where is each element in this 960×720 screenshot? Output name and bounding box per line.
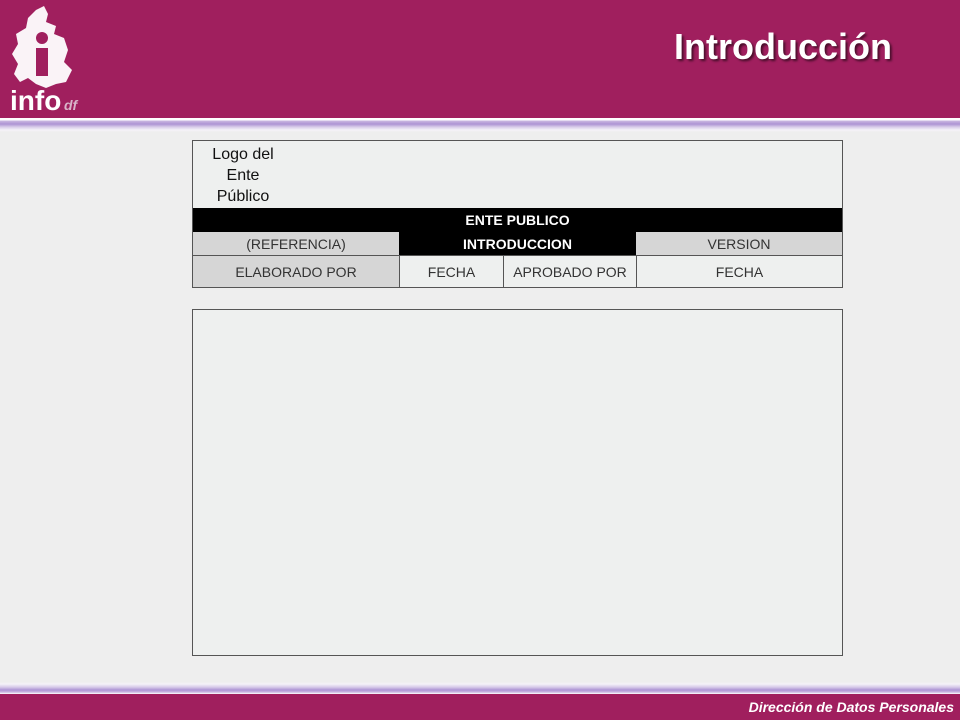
logo-placeholder-line: Logo del (212, 146, 274, 163)
aprobado-por-cell: APROBADO POR (503, 255, 636, 287)
fecha-cell: FECHA (399, 255, 503, 287)
footer-stripe (0, 682, 960, 694)
content-area (192, 309, 843, 656)
infodf-logo: info df (10, 6, 79, 116)
fecha-cell: FECHA (636, 255, 842, 287)
ente-publico-row: ENTE PUBLICO (193, 208, 842, 232)
header-stripe (0, 118, 960, 132)
slide-title: Introducción (674, 26, 892, 67)
logo-placeholder-line: Ente (226, 167, 260, 184)
section-cell: INTRODUCCION (399, 232, 636, 255)
footer-bar: Dirección de Datos Personales (0, 694, 960, 720)
svg-text:info: info (10, 85, 61, 116)
svg-text:df: df (64, 97, 79, 113)
footer-text: Dirección de Datos Personales (748, 699, 954, 715)
document-header-table: Logo del Ente Público ENTE PUBLICO (REFE… (192, 140, 843, 288)
elaborado-por-cell: ELABORADO POR (193, 255, 399, 287)
header-bar: info df Introducción (0, 0, 960, 118)
logo-placeholder-cell: Logo del Ente Público (193, 141, 293, 208)
version-cell: VERSION (636, 232, 842, 255)
referencia-cell: (REFERENCIA) (193, 232, 399, 255)
logo-placeholder-line: Público (216, 188, 270, 205)
